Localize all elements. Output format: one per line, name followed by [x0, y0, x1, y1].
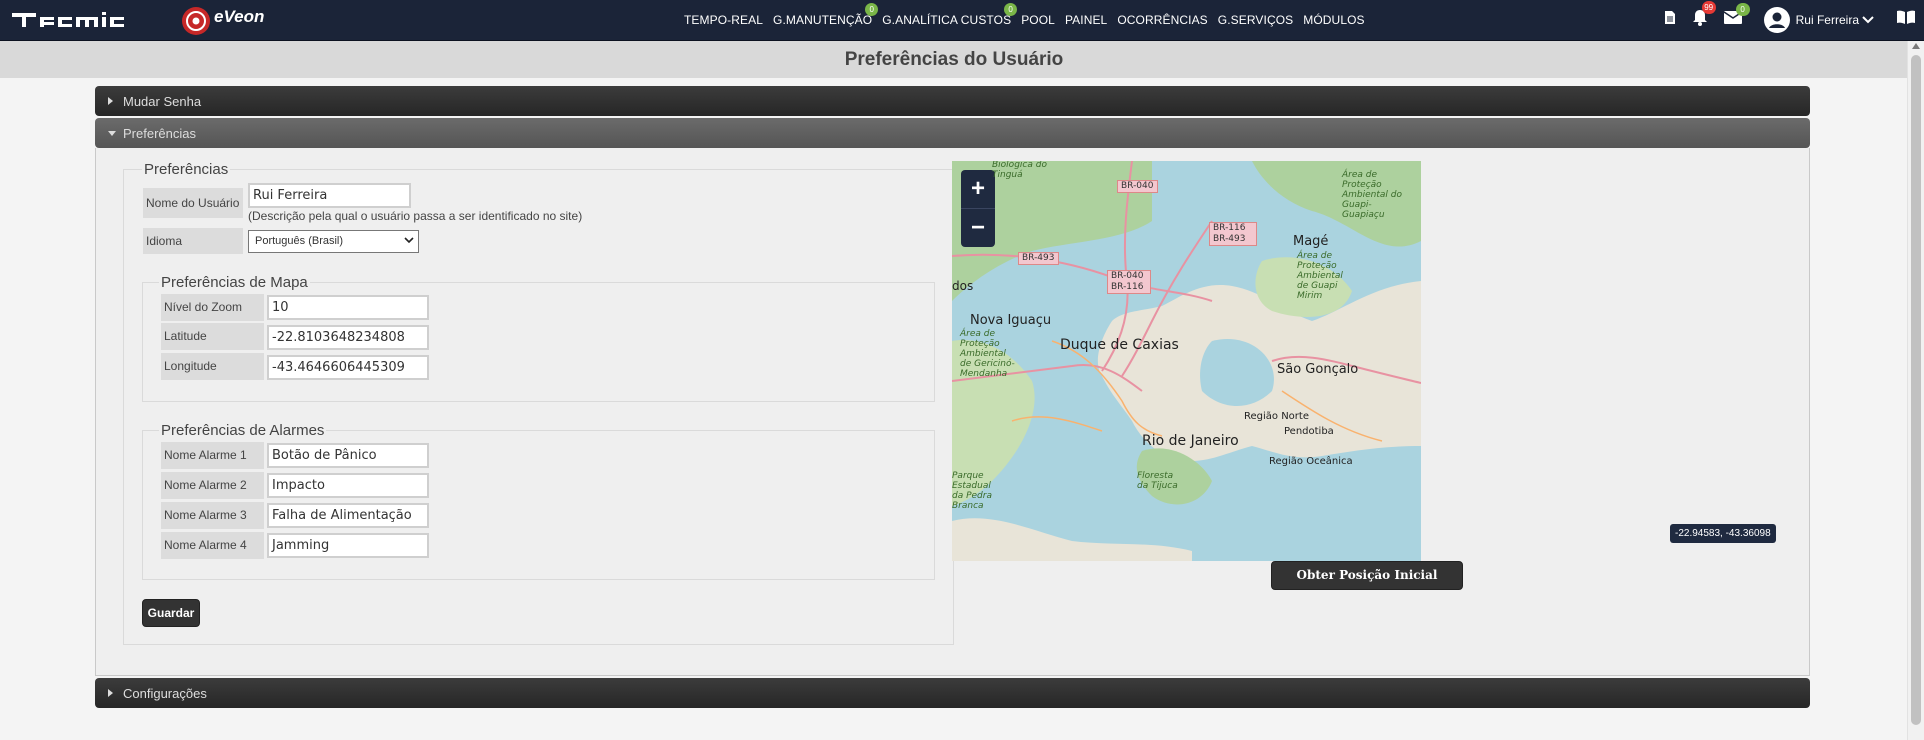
vertical-scrollbar[interactable] — [1907, 41, 1924, 740]
header-right-icons: 99 0 Rui Ferreira — [1656, 0, 1924, 40]
chevron-down-icon — [1862, 16, 1874, 24]
map-label-duque-de-caxias: Duque de Caxias — [1060, 337, 1179, 353]
page-title: Preferências do Usuário — [844, 49, 1064, 70]
language-select[interactable]: Português (Brasil) — [248, 230, 419, 253]
nav-badge: 0 — [1004, 3, 1018, 16]
document-icon[interactable] — [1664, 10, 1676, 30]
map-label-apa-guapi: Área de Proteção Ambiental do Guapi-Guap… — [1342, 170, 1403, 220]
map-zoom-out-button[interactable]: − — [961, 209, 995, 247]
nav-painel[interactable]: PAINEL — [1065, 13, 1107, 27]
nav-label: OCORRÊNCIAS — [1117, 13, 1208, 27]
scroll-thumb[interactable] — [1911, 55, 1921, 725]
caret-right-icon — [108, 97, 113, 105]
accordion-change-password[interactable]: Mudar Senha — [95, 86, 1810, 116]
username-hint: (Descrição pela qual o usuário passa a s… — [248, 209, 583, 223]
alarm-4-label: Nome Alarme 4 — [161, 532, 264, 559]
map-preferences-legend: Preferências de Mapa — [161, 274, 308, 291]
bell-icon[interactable]: 99 — [1692, 1, 1716, 31]
nav-label: PAINEL — [1064, 13, 1108, 27]
alarm-1-input[interactable]: Botão de Pânico — [267, 443, 429, 468]
nav-label: POOL — [1021, 13, 1055, 27]
map-zoom-in-button[interactable]: + — [961, 170, 995, 209]
user-menu[interactable]: Rui Ferreira — [1763, 7, 1874, 33]
nav-servicos[interactable]: G.SERVIÇOS — [1218, 13, 1293, 27]
map-label-parque: Parque Estadual da Pedra Branca — [952, 471, 992, 511]
map-label-mage: Magé — [1293, 234, 1329, 249]
caret-right-icon — [108, 689, 113, 697]
top-navbar: eVeon TEMPO-REAL G.MANUTENÇÃO 0 G.ANALÍTI… — [0, 0, 1924, 41]
accordion-configurations[interactable]: Configurações — [95, 678, 1810, 708]
nav-ocorrencias[interactable]: OCORRÊNCIAS — [1117, 13, 1207, 27]
zoom-level-input[interactable]: 10 — [267, 295, 429, 320]
longitude-label: Longitude — [161, 353, 264, 380]
alarm-3-input[interactable]: Falha de Alimentação — [267, 503, 429, 528]
nav-modulos[interactable]: MÓDULOS — [1303, 13, 1364, 27]
nav-label: TEMPO-REAL — [684, 13, 764, 27]
message-badge: 0 — [1735, 3, 1750, 16]
accordion-label: Mudar Senha — [123, 94, 202, 109]
tecmic-logo[interactable] — [10, 9, 158, 31]
nav-tempo-real[interactable]: TEMPO-REAL — [684, 13, 763, 27]
alarm-4-input[interactable]: Jamming — [267, 533, 429, 558]
coordinate-tooltip: -22.94583, -43.36098 — [1670, 524, 1776, 543]
alarm-preferences-legend: Preferências de Alarmes — [161, 422, 325, 439]
book-icon[interactable] — [1896, 10, 1916, 30]
map-label-apa-gericino: Área de Proteção Ambiental de Gericinó-M… — [960, 329, 1015, 379]
map-label-apa-guapimirim: Área de Proteção Ambiental de Guapi Miri… — [1297, 251, 1343, 301]
road-shield: BR-493 — [1018, 252, 1059, 265]
notification-badge: 99 — [1701, 1, 1716, 14]
nav-label: G.MANUTENÇÃO — [773, 13, 873, 27]
accordion-label: Configurações — [123, 686, 207, 701]
nav-badge: 0 — [865, 3, 879, 16]
accordion-preferences[interactable]: Preferências — [95, 118, 1810, 148]
scroll-up-arrow[interactable] — [1912, 43, 1920, 49]
user-name: Rui Ferreira — [1795, 13, 1859, 27]
language-select-value: Português (Brasil) — [255, 235, 344, 247]
accordion-label: Preferências — [123, 126, 196, 141]
page-title-bar: Preferências do Usuário — [0, 41, 1908, 79]
preferences-legend: Preferências — [144, 161, 229, 178]
alarm-2-label: Nome Alarme 2 — [161, 472, 264, 499]
longitude-input[interactable]: -43.4646606445309 — [267, 355, 429, 380]
envelope-icon[interactable]: 0 — [1723, 3, 1750, 29]
map-view[interactable]: + − Biológica do Tinguá BR-040 BR-116 BR… — [952, 161, 1421, 561]
map-tiles — [952, 161, 1421, 561]
map-label-rio-de-janeiro: Rio de Janeiro — [1142, 433, 1239, 449]
nav-label: G.SERVIÇOS — [1217, 13, 1294, 27]
alarm-3-label: Nome Alarme 3 — [161, 502, 264, 529]
nav-pool[interactable]: POOL — [1021, 13, 1055, 27]
nav-analitica-custos[interactable]: G.ANALÍTICA CUSTOS 0 — [882, 3, 1018, 27]
get-initial-position-button[interactable]: Obter Posição Inicial — [1271, 561, 1463, 590]
language-label: Idioma — [143, 228, 243, 254]
map-label-biologica: Biológica do Tinguá — [992, 161, 1047, 180]
nav-label: MÓDULOS — [1303, 13, 1365, 27]
main-nav: TEMPO-REAL G.MANUTENÇÃO 0 G.ANALÍTICA CUS… — [684, 0, 1365, 40]
road-shield: BR-116 BR-493 — [1209, 222, 1257, 246]
latitude-input[interactable]: -22.8103648234808 — [267, 325, 429, 350]
map-label-floresta: Floresta da Tijuca — [1137, 471, 1178, 491]
chevron-down-icon — [404, 237, 414, 244]
latitude-label: Latitude — [161, 323, 264, 350]
map-label-dos: dos — [952, 279, 974, 293]
username-label: Nome do Usuário — [143, 188, 243, 218]
map-label-sao-goncalo: São Gonçalo — [1277, 362, 1359, 377]
map-label-regiao-oceanica: Região Oceânica — [1269, 456, 1353, 467]
map-label-regiao-norte: Região Norte — [1244, 411, 1309, 422]
eveon-logo[interactable]: eVeon — [180, 5, 290, 37]
username-input[interactable]: Rui Ferreira — [248, 183, 411, 208]
road-shield: BR-040 — [1117, 180, 1158, 193]
map-label-nova-iguacu: Nova Iguaçu — [970, 313, 1052, 328]
road-shield: BR-040 BR-116 — [1107, 270, 1151, 294]
user-avatar-icon — [1763, 7, 1790, 33]
svg-text:eVeon: eVeon — [214, 7, 264, 26]
zoom-level-label: Nível do Zoom — [161, 294, 264, 321]
alarm-2-input[interactable]: Impacto — [267, 473, 429, 498]
save-button[interactable]: Guardar — [142, 599, 200, 627]
caret-down-icon — [108, 131, 116, 136]
alarm-1-label: Nome Alarme 1 — [161, 442, 264, 469]
nav-label: G.ANALÍTICA CUSTOS — [882, 13, 1012, 27]
nav-manutencao[interactable]: G.MANUTENÇÃO 0 — [773, 3, 879, 27]
map-label-pendotiba: Pendotiba — [1284, 426, 1334, 437]
